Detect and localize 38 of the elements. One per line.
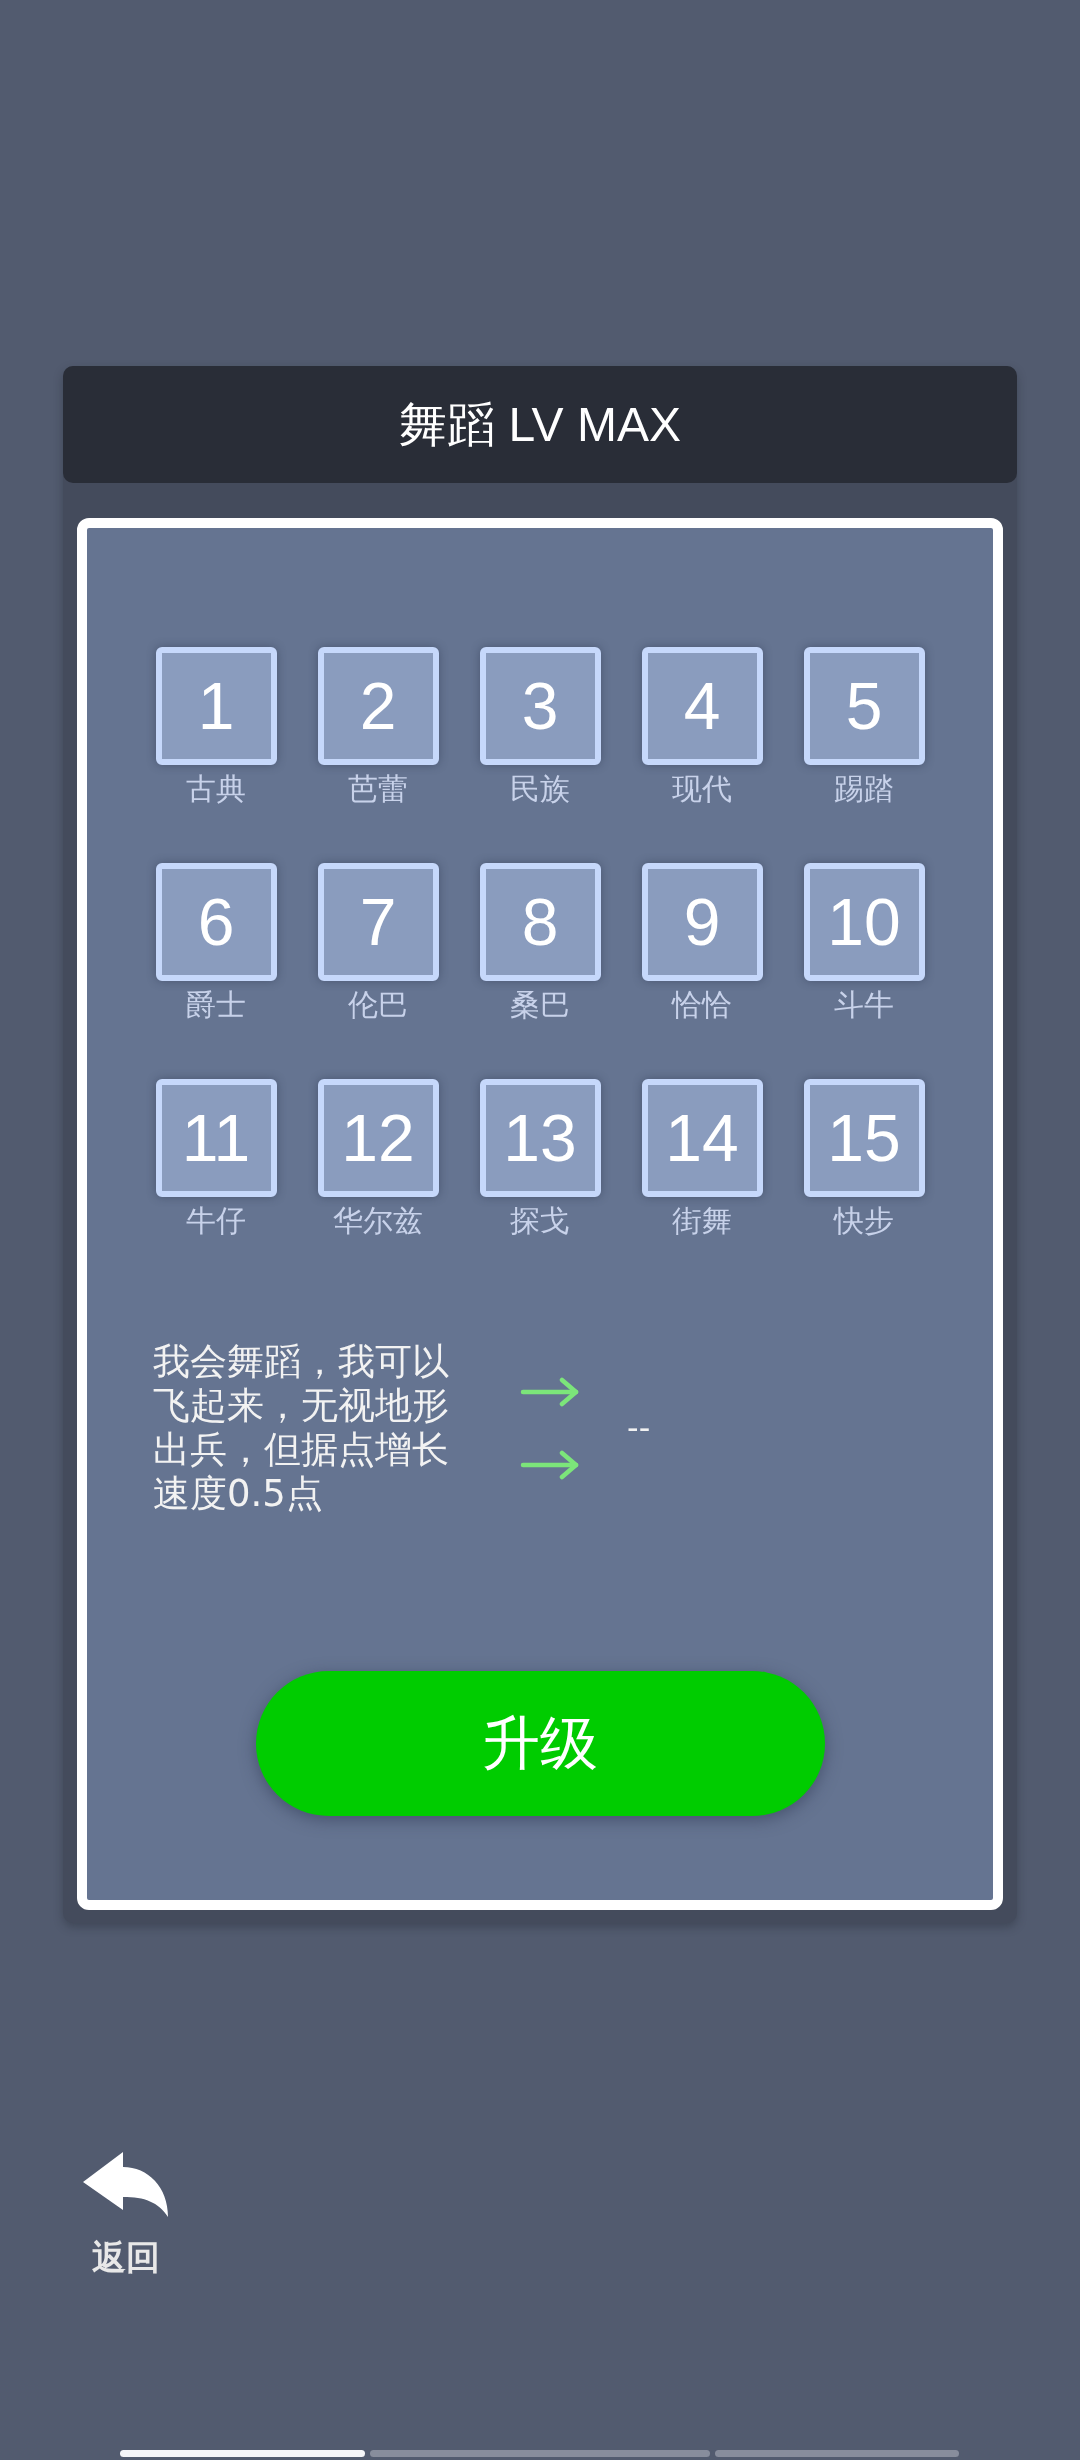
level-name: 华尔兹 <box>333 1203 423 1239</box>
level-tile[interactable]: 8 <box>479 863 601 981</box>
next-value: -- <box>627 1408 651 1448</box>
level-tile[interactable]: 7 <box>317 863 439 981</box>
upgrade-button[interactable]: 升级 <box>255 1671 825 1816</box>
level-name: 探戈 <box>510 1203 570 1239</box>
level-tile[interactable]: 13 <box>479 1079 601 1197</box>
level-tile[interactable]: 9 <box>641 863 763 981</box>
level-name: 古典 <box>186 771 246 807</box>
effect-description: 我会舞蹈，我可以飞起来，无视地形出兵，但据点增长速度0.5点 <box>153 1340 450 1516</box>
level-tile[interactable]: 5 <box>803 647 925 765</box>
level-name: 牛仔 <box>186 1203 246 1239</box>
arrow-icon <box>520 1376 581 1407</box>
level-tile[interactable]: 10 <box>803 863 925 981</box>
level-name: 爵士 <box>186 987 246 1023</box>
level-tile[interactable]: 1 <box>155 647 277 765</box>
level-name: 恰恰 <box>672 987 732 1023</box>
level-name: 桑巴 <box>510 987 570 1023</box>
panel-title: 舞蹈 LV MAX <box>399 396 681 453</box>
level-tile[interactable]: 4 <box>641 647 763 765</box>
level-tile[interactable]: 14 <box>641 1079 763 1197</box>
level-name: 街舞 <box>672 1203 732 1239</box>
back-button[interactable]: 返回 <box>83 2152 168 2277</box>
level-tile[interactable]: 15 <box>803 1079 925 1197</box>
level-tile[interactable]: 6 <box>155 863 277 981</box>
level-name: 伦巴 <box>348 987 408 1023</box>
level-tile[interactable]: 11 <box>155 1079 277 1197</box>
level-name: 斗牛 <box>834 987 894 1023</box>
level-name: 快步 <box>834 1203 894 1239</box>
level-name: 民族 <box>510 771 570 807</box>
back-icon <box>83 2152 168 2217</box>
level-tile[interactable]: 2 <box>317 647 439 765</box>
level-tile[interactable]: 3 <box>479 647 601 765</box>
level-name: 芭蕾 <box>348 771 408 807</box>
level-tile[interactable]: 12 <box>317 1079 439 1197</box>
level-name: 现代 <box>672 771 732 807</box>
arrow-icon <box>520 1449 581 1480</box>
level-name: 踢踏 <box>834 771 894 807</box>
